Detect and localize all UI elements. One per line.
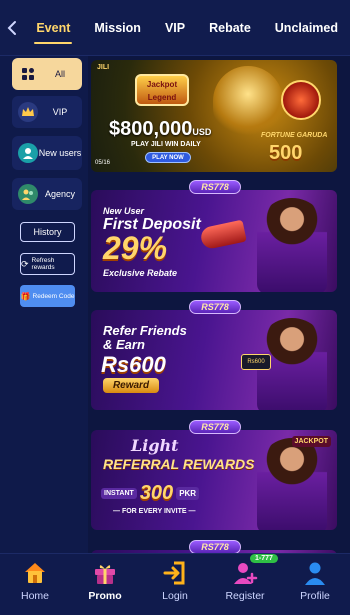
register-badge: 1-777 xyxy=(250,554,278,563)
nav-home[interactable]: Home xyxy=(0,554,70,615)
banner-footer: — FOR EVERY INVITE — xyxy=(113,508,196,515)
sidebar-item-label: Agency xyxy=(44,189,76,199)
sidebar-item-all[interactable]: All xyxy=(12,58,82,90)
tab-mission[interactable]: Mission xyxy=(82,0,153,56)
chevron-left-icon xyxy=(7,20,17,35)
sidebar-item-agency[interactable]: Agency xyxy=(12,178,82,210)
promo-banner-list: JILI Jackpot Legend $800,000USD PLAY JIL… xyxy=(91,56,343,553)
game-number: 500 xyxy=(269,142,303,164)
banner-light-text: Light xyxy=(131,436,179,455)
banner-line1: Refer Friends & Earn xyxy=(103,323,187,352)
reward-card-image: Rs600 xyxy=(241,354,271,370)
banner-line3: Exclusive Rebate xyxy=(103,268,178,278)
new-user-icon xyxy=(18,143,38,163)
home-icon xyxy=(25,563,45,583)
model-image xyxy=(257,438,327,530)
play-now-button[interactable]: PLAY NOW xyxy=(145,152,191,163)
banner-date: 05/16 xyxy=(95,160,111,166)
refresh-rewards-label: Refresh rewards xyxy=(31,257,55,271)
crown-icon xyxy=(18,102,38,122)
medal-image xyxy=(281,80,321,120)
refresh-rewards-button[interactable]: ⟳ Refresh rewards xyxy=(20,253,75,275)
sidebar-item-label: VIP xyxy=(52,107,68,117)
rs778-tag: RS778 xyxy=(189,420,241,434)
reward-amount: Rs600 xyxy=(101,352,166,377)
login-icon xyxy=(163,561,185,585)
sidebar-item-vip[interactable]: VIP xyxy=(12,96,82,128)
gift-icon xyxy=(95,565,115,584)
sidebar-item-new-users[interactable]: New users xyxy=(12,136,82,170)
rebate-percent: 29% xyxy=(103,230,168,266)
tab-event[interactable]: Event xyxy=(24,0,82,56)
reward-label: Reward xyxy=(103,378,159,393)
category-sidebar: All VIP New users Agency History ⟳ Refre… xyxy=(0,56,88,553)
game-title: FORTUNE GARUDA xyxy=(261,132,328,139)
jackpot-legend-logo: Jackpot Legend xyxy=(135,74,189,106)
nav-register[interactable]: 1-777 Register xyxy=(210,554,280,615)
sidebar-item-label: New users xyxy=(38,148,82,158)
redeem-code-label: Redeem Code xyxy=(32,292,75,300)
back-button[interactable] xyxy=(0,0,24,56)
banner-line1: New User xyxy=(103,206,145,216)
banner-title: REFERRAL REWARDS xyxy=(103,456,255,472)
nav-promo[interactable]: Promo xyxy=(70,554,140,615)
register-icon xyxy=(234,563,258,584)
bottom-navigation: Home Promo Login 1-777 Register Profile xyxy=(0,553,350,615)
banner-referral-rewards[interactable]: JACKPOT Light REFERRAL REWARDS INSTANT 3… xyxy=(91,430,337,530)
nav-profile[interactable]: Profile xyxy=(280,554,350,615)
tab-rebate[interactable]: Rebate xyxy=(197,0,263,56)
prize-amount: $800,000USD xyxy=(109,118,212,140)
gift-icon: 🎁 xyxy=(20,291,31,301)
refresh-icon: ⟳ xyxy=(21,258,29,269)
profile-icon xyxy=(305,562,325,585)
nav-login[interactable]: Login xyxy=(140,554,210,615)
banner-refer-friends[interactable]: Rs600 Refer Friends & Earn Rs600 Reward xyxy=(91,310,337,410)
plane-image xyxy=(199,219,247,251)
rs778-tag: RS778 xyxy=(189,300,241,314)
tab-vip[interactable]: VIP xyxy=(153,0,197,56)
top-tab-bar: Event Mission VIP Rebate Unclaimed xyxy=(0,0,350,56)
redeem-code-button[interactable]: 🎁 Redeem Code xyxy=(20,285,75,307)
agency-icon xyxy=(18,184,38,204)
rs778-tag: RS778 xyxy=(189,180,241,194)
promo-tabs: Event Mission VIP Rebate Unclaimed xyxy=(24,0,350,56)
banner-jackpot-legend[interactable]: JILI Jackpot Legend $800,000USD PLAY JIL… xyxy=(91,60,337,172)
instant-reward: INSTANT 300 PKR xyxy=(101,482,200,505)
jackpot-sign: JACKPOT xyxy=(291,436,331,447)
banner-subtitle: PLAY JILI WIN DAILY xyxy=(131,141,201,148)
grid-icon xyxy=(18,64,38,84)
brand-label: JILI xyxy=(97,64,110,71)
rs778-tag: RS778 xyxy=(189,540,241,553)
history-button[interactable]: History xyxy=(20,222,75,242)
banner-first-deposit[interactable]: New User First Deposit 29% Exclusive Reb… xyxy=(91,190,337,292)
garuda-statue-image xyxy=(213,66,283,136)
sidebar-item-label: All xyxy=(54,69,65,79)
model-image xyxy=(257,198,327,292)
tab-unclaimed[interactable]: Unclaimed xyxy=(263,0,350,56)
